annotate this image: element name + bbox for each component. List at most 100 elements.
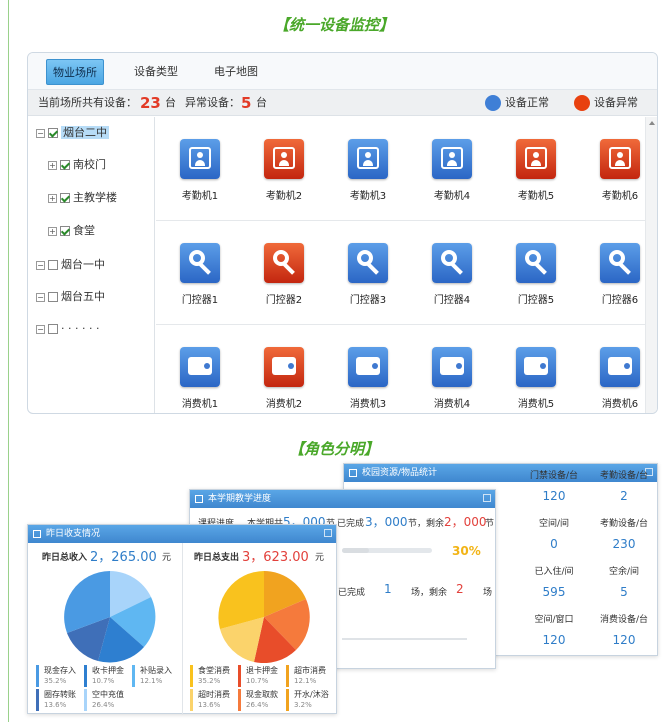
legend-name: 收卡押金: [92, 666, 124, 675]
device-tile[interactable]: 消费机3: [336, 347, 400, 410]
key-icon[interactable]: [348, 243, 388, 283]
attendance-icon[interactable]: [600, 139, 640, 179]
tree-checkbox[interactable]: [60, 193, 70, 203]
legend-name: 超时消费: [198, 690, 230, 699]
device-grid: 考勤机1 考勤机2 考勤机3 考勤机4 考勤机5 考勤机6 门控器1 门控器2 门控器3 门控器4…: [156, 117, 646, 413]
section-title-monitor: 【统一设备监控】: [273, 16, 394, 34]
wallet-icon[interactable]: [516, 347, 556, 387]
tree-checkbox[interactable]: [60, 160, 70, 170]
tree-node[interactable]: + 主教学楼: [48, 190, 117, 206]
tab-property[interactable]: 物业场所: [46, 59, 104, 85]
wallet-icon[interactable]: [264, 347, 304, 387]
window-icon: [33, 530, 41, 538]
tree-checkbox[interactable]: [48, 292, 58, 302]
wallet-icon[interactable]: [600, 347, 640, 387]
key-icon[interactable]: [432, 243, 472, 283]
tree-node[interactable]: − 烟台五中: [36, 289, 105, 305]
device-tile[interactable]: 考勤机4: [420, 139, 484, 202]
attendance-icon[interactable]: [348, 139, 388, 179]
exam-done-label: 已完成: [338, 588, 366, 598]
device-tile[interactable]: 消费机4: [420, 347, 484, 410]
stat-header: 已入住/间: [534, 567, 574, 577]
expand-toggle-icon[interactable]: −: [36, 324, 45, 334]
wallet-icon[interactable]: [348, 347, 388, 387]
device-tile[interactable]: 门控器2: [252, 243, 316, 306]
maximize-icon[interactable]: [324, 529, 332, 537]
abnormal-dot-icon: [574, 95, 590, 111]
device-tile[interactable]: 门控器3: [336, 243, 400, 306]
device-label: 考勤机6: [601, 191, 639, 202]
device-tile[interactable]: 门控器4: [420, 243, 484, 306]
device-tile[interactable]: 考勤机1: [168, 139, 232, 202]
stat-header: 消费设备/台: [599, 615, 649, 625]
scroll-up-icon[interactable]: [649, 121, 655, 125]
device-tile[interactable]: 考勤机3: [336, 139, 400, 202]
tab-device-type[interactable]: 设备类型: [128, 59, 184, 85]
legend-percent: 10.7%: [92, 677, 115, 685]
total-unit: 台: [165, 96, 176, 109]
stat-value: 120: [612, 633, 636, 647]
window-icon: [195, 495, 203, 503]
device-tile[interactable]: 消费机6: [588, 347, 652, 410]
tree-node[interactable]: + 南校门: [48, 157, 106, 173]
expand-toggle-icon[interactable]: −: [36, 128, 45, 138]
tab-map[interactable]: 电子地图: [208, 59, 264, 85]
attendance-icon[interactable]: [180, 139, 220, 179]
device-tile[interactable]: 考勤机6: [588, 139, 652, 202]
expand-toggle-icon[interactable]: −: [36, 292, 45, 302]
tree-checkbox[interactable]: [48, 128, 58, 138]
device-tile[interactable]: 门控器6: [588, 243, 652, 306]
tree-checkbox[interactable]: [48, 260, 58, 270]
tree-node[interactable]: − · · · · · ·: [36, 321, 99, 337]
exam-remain-unit: 场: [483, 588, 493, 598]
stat-header: 考勤设备/台: [599, 471, 649, 481]
tree-node[interactable]: + 食堂: [48, 223, 95, 239]
legend-item: 圈存转账 13.6%: [36, 689, 76, 711]
total-count: 23: [140, 94, 161, 112]
expand-toggle-icon[interactable]: +: [48, 226, 57, 236]
legend-percent: 35.2%: [198, 677, 221, 685]
legend-name: 补贴录入: [140, 666, 172, 675]
attendance-icon[interactable]: [432, 139, 472, 179]
tree-node[interactable]: − 烟台二中: [36, 125, 109, 141]
device-tile[interactable]: 门控器5: [504, 243, 568, 306]
legend-name: 退卡押金: [246, 666, 278, 675]
wallet-icon[interactable]: [432, 347, 472, 387]
done-value: 3，000: [365, 515, 408, 529]
key-icon[interactable]: [264, 243, 304, 283]
tree-node-label: · · · · · ·: [61, 322, 100, 335]
device-tile[interactable]: 消费机5: [504, 347, 568, 410]
key-icon[interactable]: [600, 243, 640, 283]
device-tile[interactable]: 门控器1: [168, 243, 232, 306]
attendance-icon[interactable]: [264, 139, 304, 179]
tree-checkbox[interactable]: [60, 226, 70, 236]
scrollbar[interactable]: [645, 117, 657, 413]
expand-toggle-icon[interactable]: −: [36, 260, 45, 270]
legend-item: 食堂消费 35.2%: [190, 665, 230, 687]
device-tile[interactable]: 消费机1: [168, 347, 232, 410]
expand-toggle-icon[interactable]: +: [48, 193, 57, 203]
device-label: 考勤机5: [517, 191, 555, 202]
device-tile[interactable]: 考勤机2: [252, 139, 316, 202]
progress-fill: [342, 548, 369, 553]
device-label: 门控器6: [601, 295, 639, 306]
tree-node[interactable]: − 烟台一中: [36, 257, 105, 273]
exam-remain-label: 场，剩余: [411, 588, 448, 598]
device-label: 消费机6: [601, 399, 639, 410]
device-tile[interactable]: 考勤机5: [504, 139, 568, 202]
income-window-title: 昨日收支情况: [46, 529, 101, 539]
total-label: 当前场所共有设备：: [38, 96, 137, 109]
key-icon[interactable]: [180, 243, 220, 283]
attendance-icon[interactable]: [516, 139, 556, 179]
maximize-icon[interactable]: [483, 494, 491, 502]
tree-checkbox[interactable]: [48, 324, 58, 334]
device-label: 门控器1: [181, 295, 219, 306]
income-unit: 元: [162, 553, 172, 563]
legend-name: 空中充值: [92, 690, 124, 699]
expand-toggle-icon[interactable]: +: [48, 160, 57, 170]
device-label: 消费机2: [265, 399, 303, 410]
legend-percent: 12.1%: [294, 677, 317, 685]
key-icon[interactable]: [516, 243, 556, 283]
wallet-icon[interactable]: [180, 347, 220, 387]
device-tile[interactable]: 消费机2: [252, 347, 316, 410]
